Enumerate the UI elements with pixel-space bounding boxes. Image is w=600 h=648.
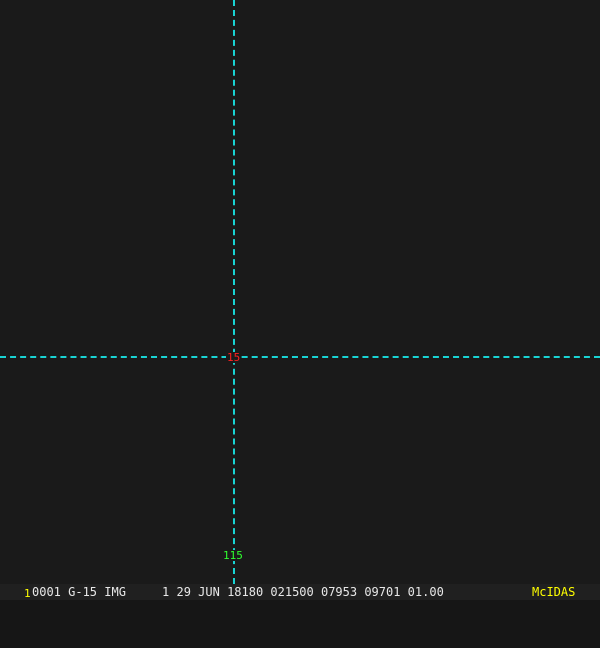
satellite-image: 15 115 [0,0,600,584]
longitude-label: 115 [222,549,244,562]
mcidas-brand: McIDAS [532,585,576,599]
latitude-grid-line [0,356,600,358]
longitude-grid-line [233,0,235,584]
latitude-label: 15 [226,351,242,364]
image-info: 0001 G-15 IMG 1 29 JUN 18180 021500 0795… [32,585,444,599]
status-bar: 1 0001 G-15 IMG 1 29 JUN 18180 021500 07… [0,584,600,600]
